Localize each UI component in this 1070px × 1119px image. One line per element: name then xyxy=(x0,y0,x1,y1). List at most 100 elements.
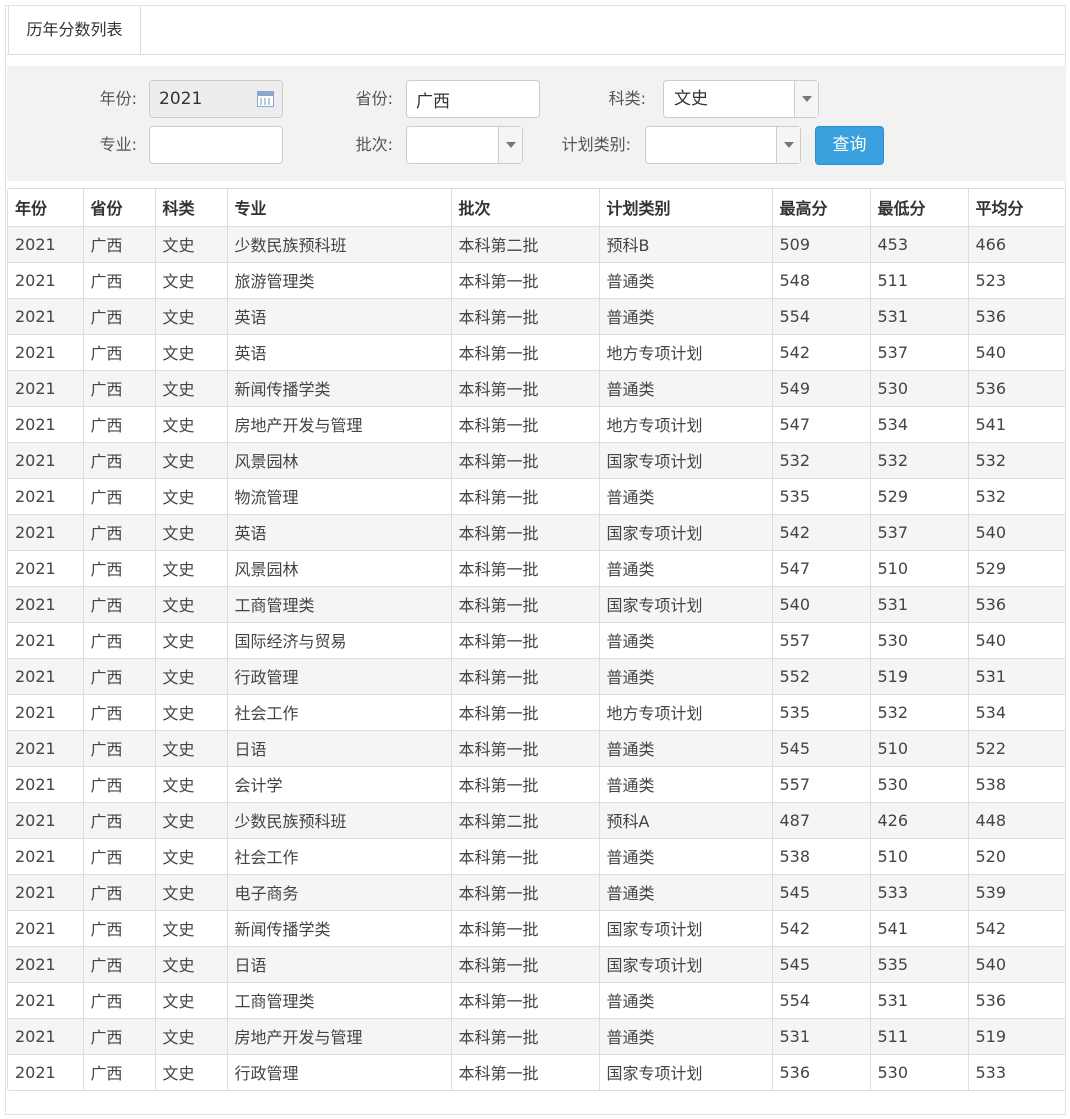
col-max-score-cell: 487 xyxy=(772,802,871,839)
col-min-score-cell: 532 xyxy=(870,442,969,479)
col-avg-score-cell: 540 xyxy=(968,334,1065,371)
col-category-cell: 文史 xyxy=(155,622,228,659)
col-province-cell: 广西 xyxy=(83,442,156,479)
col-max-score-cell: 557 xyxy=(772,622,871,659)
col-category-cell: 文史 xyxy=(155,514,228,551)
col-year-cell: 2021 xyxy=(8,298,84,335)
col-min-score-cell: 510 xyxy=(870,550,969,587)
col-major-cell: 新闻传播学类 xyxy=(227,910,452,947)
col-plan-type-cell: 普通类 xyxy=(599,730,773,767)
major-input[interactable] xyxy=(149,126,283,164)
table-row: 2021 广西 文史 少数民族预科班 本科第二批 预科B 509 453 466 xyxy=(8,226,1065,263)
tab-score-list[interactable]: 历年分数列表 xyxy=(8,6,141,54)
col-major-cell: 旅游管理类 xyxy=(227,262,452,299)
col-year-cell: 2021 xyxy=(8,550,84,587)
col-avg-score-cell: 536 xyxy=(968,370,1065,407)
col-batch-cell: 本科第二批 xyxy=(451,802,600,839)
chevron-down-icon[interactable] xyxy=(794,81,818,117)
col-plan-type-cell: 地方专项计划 xyxy=(599,334,773,371)
batch-label: 批次: xyxy=(355,135,393,154)
col-min-score-cell: 511 xyxy=(870,262,969,299)
col-category-cell: 文史 xyxy=(155,766,228,803)
col-batch-header: 批次 xyxy=(451,189,600,227)
col-avg-score-cell: 523 xyxy=(968,262,1065,299)
col-avg-score-cell: 540 xyxy=(968,946,1065,983)
col-plan-type-cell: 普通类 xyxy=(599,982,773,1019)
col-min-score-cell: 531 xyxy=(870,298,969,335)
col-category-cell: 文史 xyxy=(155,298,228,335)
table-row: 2021 广西 文史 房地产开发与管理 本科第一批 普通类 531 511 519 xyxy=(8,1018,1065,1055)
major-label: 专业: xyxy=(99,135,137,154)
col-avg-score-cell: 540 xyxy=(968,622,1065,659)
col-major-cell: 风景园林 xyxy=(227,442,452,479)
col-plan-type-cell: 普通类 xyxy=(599,298,773,335)
col-year-cell: 2021 xyxy=(8,1018,84,1055)
col-avg-score-cell: 538 xyxy=(968,766,1065,803)
col-plan-type-cell: 国家专项计划 xyxy=(599,910,773,947)
col-major-cell: 行政管理 xyxy=(227,1054,452,1090)
table-row: 2021 广西 文史 风景园林 本科第一批 国家专项计划 532 532 532 xyxy=(8,442,1065,479)
col-province-cell: 广西 xyxy=(83,262,156,299)
col-avg-score-cell: 542 xyxy=(968,910,1065,947)
col-batch-cell: 本科第一批 xyxy=(451,550,600,587)
col-max-score-cell: 542 xyxy=(772,910,871,947)
col-province-cell: 广西 xyxy=(83,946,156,983)
col-avg-score-cell: 536 xyxy=(968,298,1065,335)
col-min-score-cell: 532 xyxy=(870,694,969,731)
col-category-cell: 文史 xyxy=(155,694,228,731)
chevron-down-icon[interactable] xyxy=(498,127,522,163)
col-province-cell: 广西 xyxy=(83,838,156,875)
province-input[interactable] xyxy=(406,80,540,118)
year-field[interactable]: 2021 xyxy=(149,80,283,118)
col-major-cell: 会计学 xyxy=(227,766,452,803)
col-plan-type-cell: 国家专项计划 xyxy=(599,586,773,623)
col-avg-score-cell: 534 xyxy=(968,694,1065,731)
col-avg-score-cell: 466 xyxy=(968,226,1065,263)
col-batch-cell: 本科第一批 xyxy=(451,334,600,371)
col-avg-score-cell: 519 xyxy=(968,1018,1065,1055)
category-value: 文史 xyxy=(674,89,708,109)
plan-type-select[interactable] xyxy=(645,126,801,164)
col-batch-cell: 本科第一批 xyxy=(451,1054,600,1090)
col-category-cell: 文史 xyxy=(155,226,228,263)
table-row: 2021 广西 文史 社会工作 本科第一批 普通类 538 510 520 xyxy=(8,838,1065,875)
col-province-cell: 广西 xyxy=(83,586,156,623)
col-plan-type-cell: 国家专项计划 xyxy=(599,514,773,551)
search-button[interactable]: 查询 xyxy=(815,126,884,165)
col-major-cell: 风景园林 xyxy=(227,550,452,587)
table-row: 2021 广西 文史 电子商务 本科第一批 普通类 545 533 539 xyxy=(8,874,1065,911)
category-select[interactable]: 文史 xyxy=(663,80,819,118)
col-category-cell: 文史 xyxy=(155,946,228,983)
col-province-cell: 广西 xyxy=(83,874,156,911)
col-province-cell: 广西 xyxy=(83,406,156,443)
col-major-cell: 英语 xyxy=(227,298,452,335)
col-max-score-cell: 542 xyxy=(772,514,871,551)
col-min-score-cell: 537 xyxy=(870,334,969,371)
score-list-panel: 历年分数列表 年份: 2021 省份: 科类: 文史 专业: 批次: 计划类别:… xyxy=(5,5,1066,1115)
col-batch-cell: 本科第一批 xyxy=(451,658,600,695)
table-row: 2021 广西 文史 英语 本科第一批 国家专项计划 542 537 540 xyxy=(8,514,1065,551)
col-year-cell: 2021 xyxy=(8,622,84,659)
col-avg-score-cell: 532 xyxy=(968,442,1065,479)
col-major-cell: 工商管理类 xyxy=(227,586,452,623)
col-category-cell: 文史 xyxy=(155,658,228,695)
col-batch-cell: 本科第一批 xyxy=(451,982,600,1019)
col-max-score-cell: 548 xyxy=(772,262,871,299)
col-min-score-cell: 531 xyxy=(870,586,969,623)
calendar-icon[interactable] xyxy=(257,91,274,107)
col-max-score-cell: 540 xyxy=(772,586,871,623)
chevron-down-icon[interactable] xyxy=(776,127,800,163)
col-max-score-cell: 542 xyxy=(772,334,871,371)
col-year-cell: 2021 xyxy=(8,982,84,1019)
col-batch-cell: 本科第一批 xyxy=(451,874,600,911)
col-batch-cell: 本科第一批 xyxy=(451,370,600,407)
col-batch-cell: 本科第一批 xyxy=(451,478,600,515)
col-plan-type-cell: 普通类 xyxy=(599,1018,773,1055)
col-min-score-cell: 535 xyxy=(870,946,969,983)
col-min-score-cell: 533 xyxy=(870,874,969,911)
col-max-score-cell: 552 xyxy=(772,658,871,695)
batch-select[interactable] xyxy=(406,126,523,164)
col-major-header: 专业 xyxy=(227,189,452,227)
col-major-cell: 少数民族预科班 xyxy=(227,226,452,263)
col-avg-score-cell: 541 xyxy=(968,406,1065,443)
